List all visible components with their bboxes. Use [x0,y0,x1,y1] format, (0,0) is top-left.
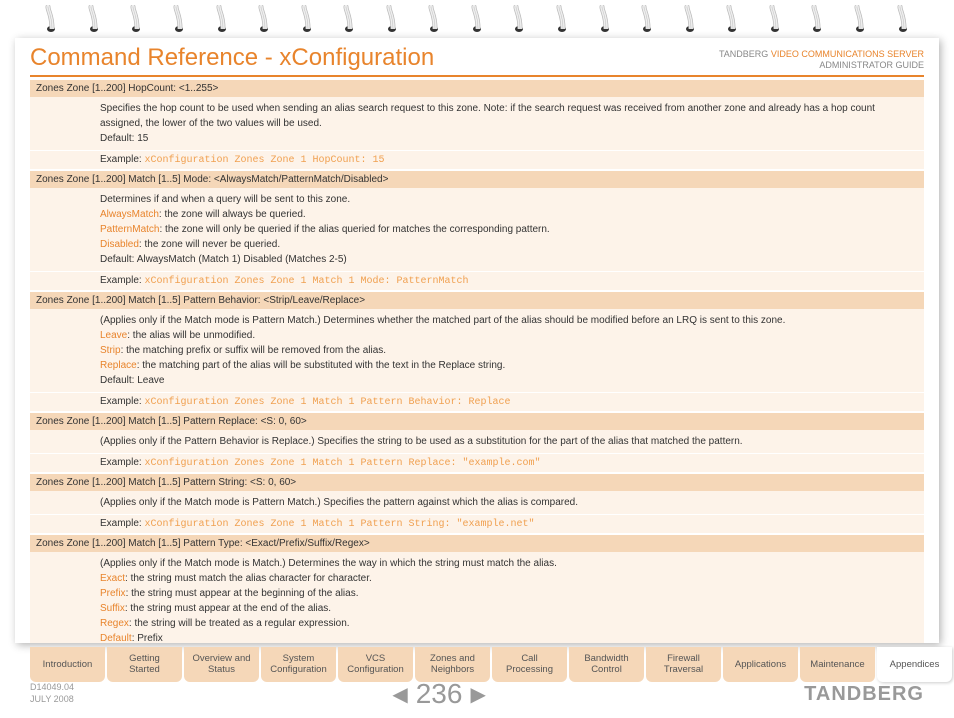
ring-icon [765,5,785,35]
ring-icon [126,5,146,35]
ring-icon [680,5,700,35]
tab-call-processing[interactable]: Call Processing [492,647,567,682]
next-page-arrow[interactable]: ▶ [470,682,485,707]
command-example: Example: xConfiguration Zones Zone 1 Hop… [30,150,924,169]
ring-icon [637,5,657,35]
tab-applications[interactable]: Applications [723,647,798,682]
ring-icon [84,5,104,35]
page-title: Command Reference - xConfiguration [30,44,434,72]
command-example: Example: xConfiguration Zones Zone 1 Mat… [30,271,924,290]
page-navigation: ◀ 236 ▶ [392,678,486,710]
ring-icon [807,5,827,35]
ring-icon [893,5,913,35]
tab-bandwidth-control[interactable]: Bandwidth Control [569,647,644,682]
command-description: (Applies only if the Match mode is Match… [30,552,924,643]
tab-firewall-traversal[interactable]: Firewall Traversal [646,647,721,682]
ring-icon [595,5,615,35]
command-description: (Applies only if the Match mode is Patte… [30,491,924,514]
ring-icon [169,5,189,35]
tab-getting-started[interactable]: Getting Started [107,647,182,682]
ring-icon [509,5,529,35]
prev-page-arrow[interactable]: ◀ [392,682,407,707]
page-header: Command Reference - xConfiguration TANDB… [30,44,924,77]
ring-icon [254,5,274,35]
tab-system-configuration[interactable]: System Configuration [261,647,336,682]
command-header: Zones Zone [1..200] HopCount: <1..255> [30,80,924,97]
command-header: Zones Zone [1..200] Match [1..5] Pattern… [30,535,924,552]
ring-icon [722,5,742,35]
ring-icon [850,5,870,35]
doc-info: D14049.04 JULY 2008 [30,682,74,705]
header-brand: TANDBERG VIDEO COMMUNICATIONS SERVER ADM… [719,49,924,72]
ring-icon [382,5,402,35]
command-description: (Applies only if the Pattern Behavior is… [30,430,924,453]
ring-icon [41,5,61,35]
tab-introduction[interactable]: Introduction [30,647,105,682]
ring-icon [297,5,317,35]
ring-icon [212,5,232,35]
ring-icon [424,5,444,35]
command-table: Zones Zone [1..200] HopCount: <1..255>Sp… [30,80,924,643]
tab-overview-and-status[interactable]: Overview and Status [184,647,259,682]
page-footer: D14049.04 JULY 2008 ◀ 236 ▶ TANDBERG [0,678,954,710]
command-description: Specifies the hop count to be used when … [30,97,924,150]
tab-maintenance[interactable]: Maintenance [800,647,875,682]
ring-icon [339,5,359,35]
command-header: Zones Zone [1..200] Match [1..5] Pattern… [30,292,924,309]
command-example: Example: xConfiguration Zones Zone 1 Mat… [30,392,924,411]
command-description: Determines if and when a query will be s… [30,188,924,271]
command-description: (Applies only if the Match mode is Patte… [30,309,924,392]
command-header: Zones Zone [1..200] Match [1..5] Pattern… [30,474,924,491]
page-number: 236 [416,678,463,710]
command-example: Example: xConfiguration Zones Zone 1 Mat… [30,453,924,472]
command-header: Zones Zone [1..200] Match [1..5] Mode: <… [30,171,924,188]
spiral-binding [0,0,954,38]
ring-icon [467,5,487,35]
footer-brand-logo: TANDBERG [804,683,924,706]
ring-icon [552,5,572,35]
tab-vcs-configuration[interactable]: VCS Configuration [338,647,413,682]
command-header: Zones Zone [1..200] Match [1..5] Pattern… [30,413,924,430]
tab-appendices[interactable]: Appendices [877,647,952,682]
command-example: Example: xConfiguration Zones Zone 1 Mat… [30,514,924,533]
tab-zones-and-neighbors[interactable]: Zones and Neighbors [415,647,490,682]
document-page: Command Reference - xConfiguration TANDB… [15,38,939,643]
nav-tabs: IntroductionGetting StartedOverview and … [0,643,954,682]
